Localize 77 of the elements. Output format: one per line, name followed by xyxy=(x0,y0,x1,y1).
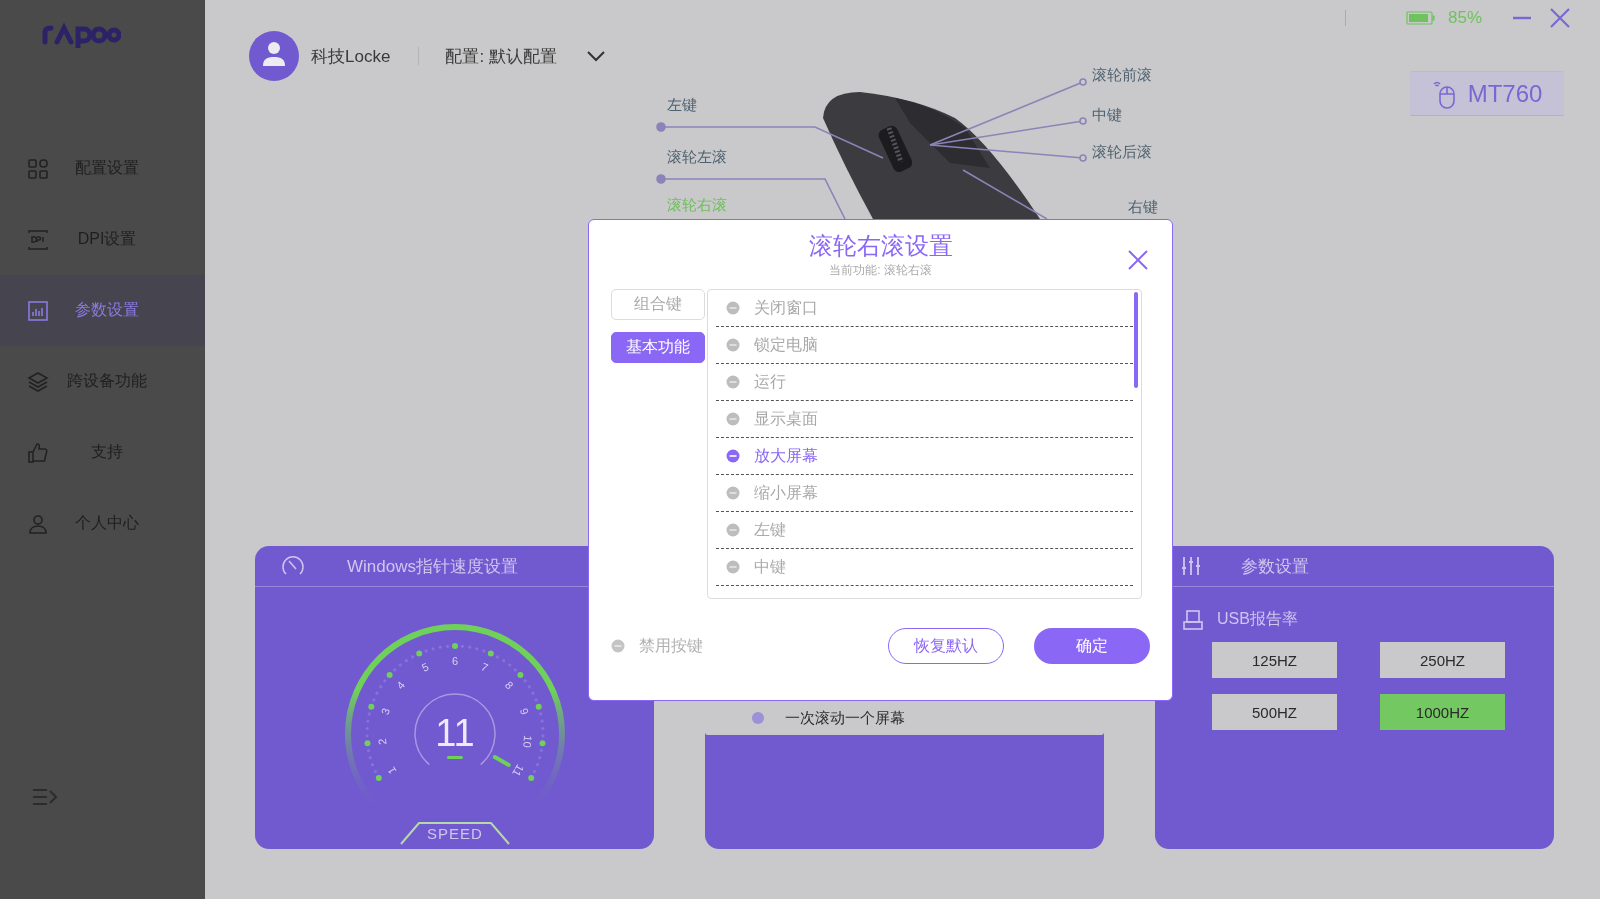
dialog-subtitle: 当前功能: 滚轮右滚 xyxy=(829,262,932,279)
value-underline xyxy=(446,756,463,759)
tick-label: 7 xyxy=(479,660,490,674)
button-label[interactable]: 中键 xyxy=(1092,106,1122,125)
speed-caption: SPEED xyxy=(426,825,483,842)
function-option[interactable]: 放大屏幕 xyxy=(716,438,1133,475)
user-icon xyxy=(27,512,49,535)
radio-icon xyxy=(751,711,765,725)
rate-option[interactable]: 500HZ xyxy=(1212,694,1337,730)
layers-icon xyxy=(27,370,49,393)
radio-icon xyxy=(726,449,740,463)
radio-icon xyxy=(726,523,740,537)
scroll-option[interactable]: 一次滚动一个屏幕 xyxy=(705,701,1104,735)
radio-icon xyxy=(726,486,740,500)
user-name: 科技Locke xyxy=(311,45,391,68)
speedometer-icon xyxy=(281,554,305,578)
button-label[interactable]: 滚轮后滚 xyxy=(1092,143,1152,162)
sliders-icon xyxy=(1181,556,1201,576)
usb-receiver-icon xyxy=(1183,609,1203,630)
radio-icon xyxy=(726,375,740,389)
grid-icon xyxy=(27,157,49,180)
button-label[interactable]: 左键 xyxy=(667,96,697,115)
radio-icon xyxy=(726,560,740,574)
function-option[interactable]: 关闭窗口 xyxy=(716,290,1133,327)
tick-label: 3 xyxy=(378,706,392,717)
tab[interactable]: 基本功能 xyxy=(611,332,705,363)
disable-key-toggle[interactable]: 禁用按键 xyxy=(611,635,703,657)
radio-icon xyxy=(726,412,740,426)
toggle-dot-icon xyxy=(611,639,625,653)
function-option[interactable]: 左键 xyxy=(716,512,1133,549)
tick-label: 6 xyxy=(451,654,458,667)
close-icon[interactable] xyxy=(1128,250,1148,270)
dpi-icon xyxy=(27,228,49,251)
tick-label: 9 xyxy=(517,706,531,717)
gauge-needle xyxy=(492,755,511,767)
tick-label: 4 xyxy=(393,678,407,692)
button-label[interactable]: 滚轮前滚 xyxy=(1092,66,1152,85)
dialog-title: 滚轮右滚设置 xyxy=(808,231,953,261)
bar-chart-icon xyxy=(27,299,49,322)
card-title: Windows指针速度设置 xyxy=(347,555,518,578)
confirm-button[interactable]: 确定 xyxy=(1034,628,1150,664)
reset-button[interactable]: 恢复默认 xyxy=(888,628,1004,664)
tick-label: 5 xyxy=(419,660,430,674)
battery-icon xyxy=(1405,11,1436,25)
rate-option[interactable]: 125HZ xyxy=(1212,642,1337,678)
device-badge[interactable]: MT760 xyxy=(1410,71,1564,116)
rate-option[interactable]: 1000HZ xyxy=(1380,694,1505,730)
battery-level: 85% xyxy=(1447,8,1482,28)
nav-item[interactable]: 参数设置 xyxy=(0,275,205,346)
function-option[interactable]: 缩小屏幕 xyxy=(716,475,1133,512)
rate-option[interactable]: 250HZ xyxy=(1380,642,1505,678)
tick-label: 11 xyxy=(509,762,526,779)
close-icon[interactable] xyxy=(1550,8,1570,28)
radio-icon xyxy=(726,338,740,352)
profile-selector[interactable]: 配置: 默认配置 xyxy=(445,44,557,68)
button-label[interactable]: 右键 xyxy=(1128,198,1158,217)
section-title: USB报告率 xyxy=(1217,609,1298,629)
scrollbar[interactable] xyxy=(1134,292,1138,388)
chevron-down-icon[interactable] xyxy=(586,50,605,62)
logo-icon xyxy=(41,20,121,48)
function-option[interactable]: 锁定电脑 xyxy=(716,327,1133,364)
card-title: 参数设置 xyxy=(1241,555,1309,578)
tick-label: 1 xyxy=(384,764,398,777)
device-name: MT760 xyxy=(1467,79,1543,108)
expand-menu-icon[interactable] xyxy=(32,787,58,807)
function-option[interactable]: 显示桌面 xyxy=(716,401,1133,438)
speed-value: 11 xyxy=(434,712,475,755)
tick-label: 10 xyxy=(520,734,534,749)
button-label[interactable]: 滚轮左滚 xyxy=(667,148,727,167)
avatar-icon[interactable] xyxy=(249,31,299,81)
tick-label: 2 xyxy=(375,737,389,746)
radio-icon xyxy=(726,301,740,315)
thumbs-up-icon xyxy=(27,441,49,464)
tab[interactable]: 组合键 xyxy=(611,289,705,320)
tick-label: 8 xyxy=(502,678,516,692)
function-option[interactable]: 运行 xyxy=(716,364,1133,401)
function-option[interactable]: 中键 xyxy=(716,549,1133,586)
